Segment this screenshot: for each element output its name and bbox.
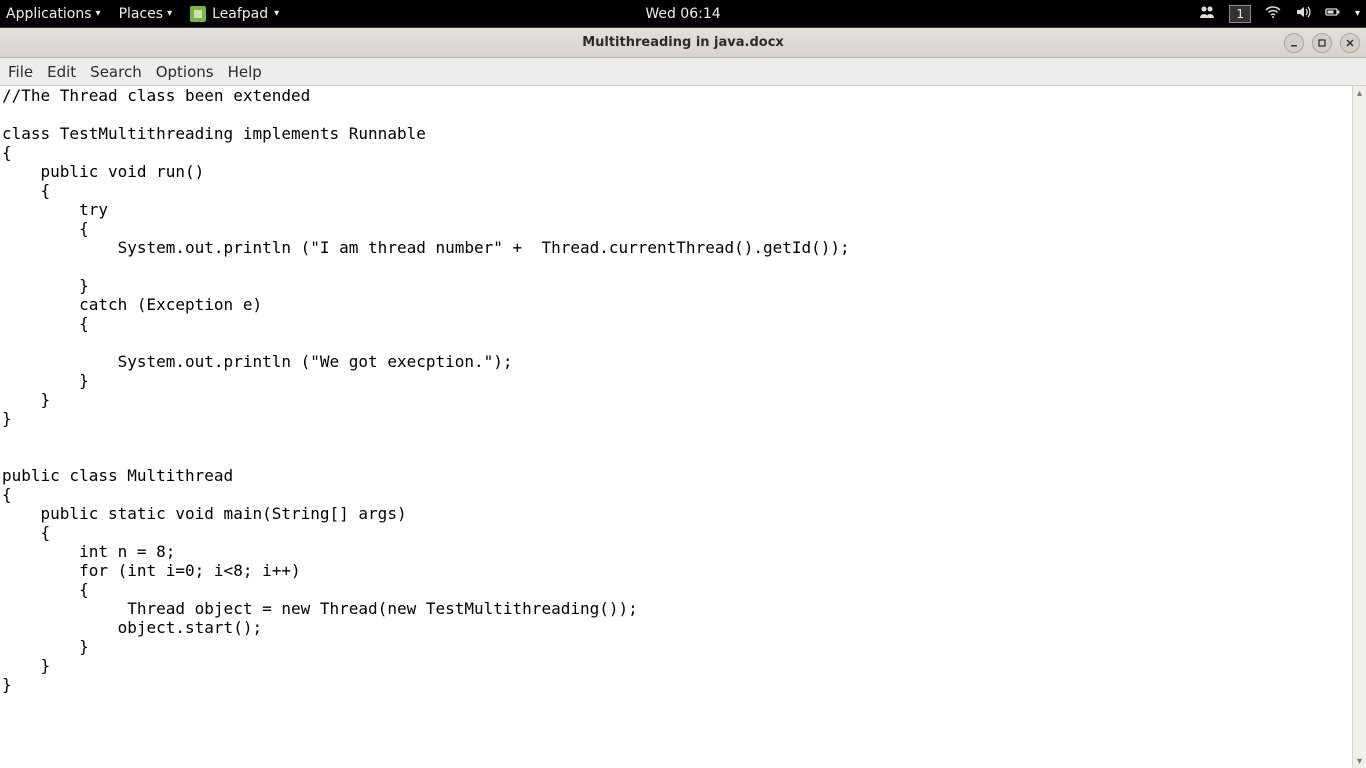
workspace-indicator[interactable]: 1: [1229, 5, 1251, 23]
vertical-scrollbar[interactable]: ▴ ▾: [1352, 86, 1366, 768]
battery-icon[interactable]: [1325, 5, 1341, 23]
window-titlebar[interactable]: Multithreading in java.docx: [0, 28, 1366, 58]
panel-left-group: Applications ▾ Places ▾ Leafpad ▾: [6, 6, 279, 22]
clock-label: Wed 06:14: [645, 6, 720, 22]
places-menu-label: Places: [119, 6, 164, 22]
applications-menu-label: Applications: [6, 6, 92, 22]
menubar: File Edit Search Options Help: [0, 58, 1366, 86]
editor-area: //The Thread class been extended class T…: [0, 86, 1366, 768]
menu-search[interactable]: Search: [90, 63, 142, 81]
window-title: Multithreading in java.docx: [582, 35, 784, 50]
volume-icon[interactable]: [1295, 5, 1311, 23]
workspace-number: 1: [1236, 7, 1244, 21]
scroll-down-arrow-icon[interactable]: ▾: [1353, 754, 1366, 768]
applications-menu[interactable]: Applications ▾: [6, 6, 101, 22]
menu-options[interactable]: Options: [156, 63, 214, 81]
leafpad-icon: [190, 6, 206, 22]
scroll-up-arrow-icon[interactable]: ▴: [1353, 86, 1366, 100]
menu-edit[interactable]: Edit: [47, 63, 76, 81]
menu-file[interactable]: File: [8, 63, 33, 81]
text-editor[interactable]: //The Thread class been extended class T…: [0, 86, 1352, 768]
active-app-label: Leafpad: [212, 6, 268, 22]
caret-down-icon: ▾: [96, 8, 101, 19]
caret-down-icon: ▾: [167, 8, 172, 19]
system-menu-caret-icon[interactable]: ▾: [1355, 8, 1360, 19]
caret-down-icon: ▾: [274, 8, 279, 19]
places-menu[interactable]: Places ▾: [119, 6, 173, 22]
close-button[interactable]: [1340, 33, 1360, 53]
maximize-button[interactable]: [1312, 33, 1332, 53]
window-controls: [1284, 33, 1360, 53]
active-app-indicator[interactable]: Leafpad ▾: [190, 6, 279, 22]
panel-clock[interactable]: Wed 06:14: [645, 6, 720, 22]
minimize-button[interactable]: [1284, 33, 1304, 53]
desktop-top-panel: Applications ▾ Places ▾ Leafpad ▾ Wed 06…: [0, 0, 1366, 27]
users-icon[interactable]: [1199, 5, 1215, 23]
panel-right-group: 1 ▾: [1199, 5, 1360, 23]
menu-help[interactable]: Help: [228, 63, 262, 81]
wifi-icon[interactable]: [1265, 5, 1281, 23]
leafpad-window: Multithreading in java.docx File Edit Se…: [0, 27, 1366, 768]
